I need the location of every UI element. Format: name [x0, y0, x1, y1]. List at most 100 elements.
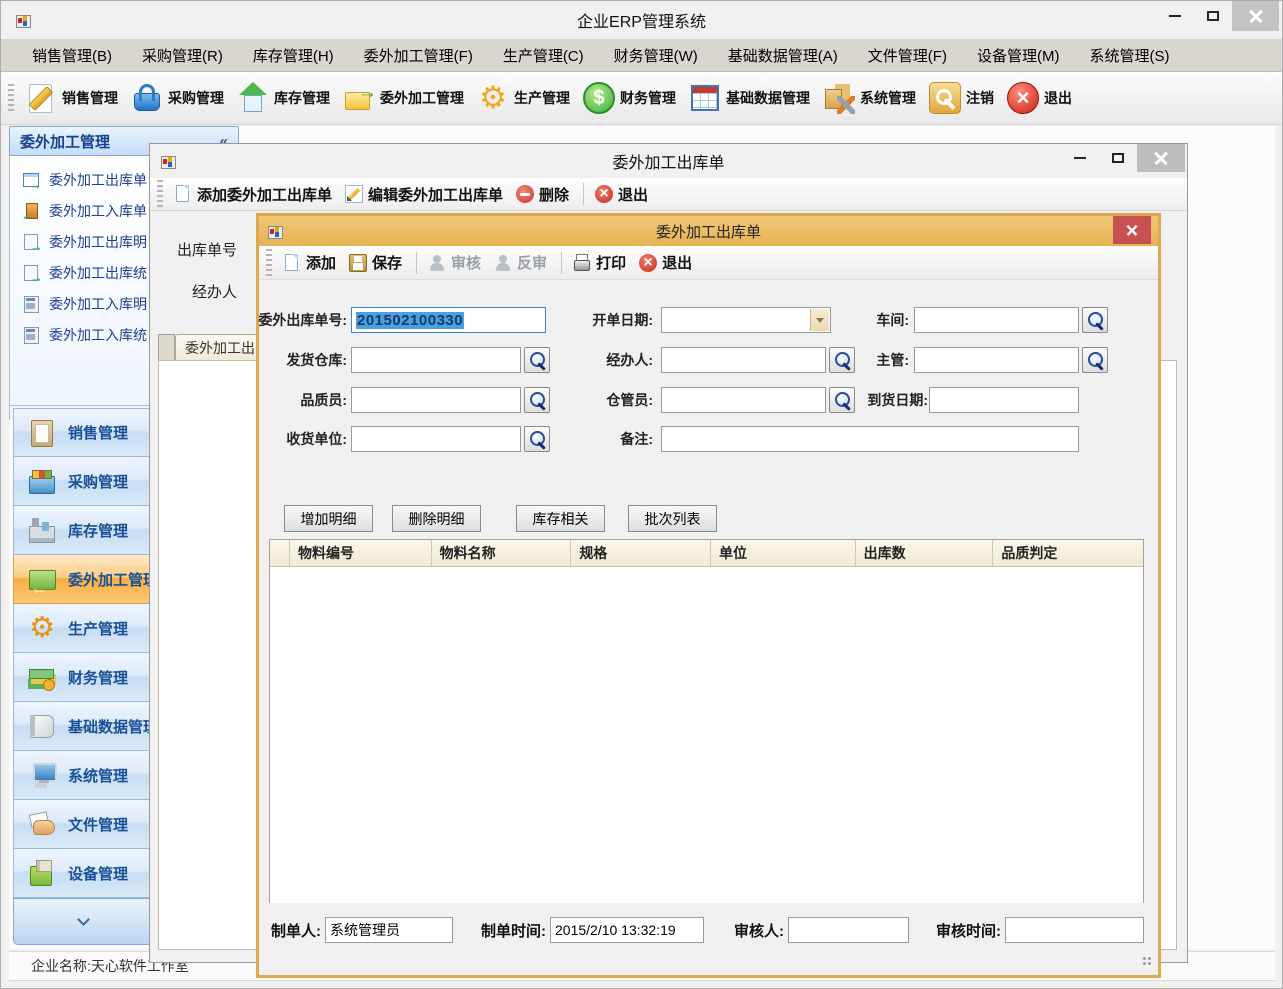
printer-icon	[573, 254, 591, 272]
child-toolbar: 添加委外加工出库单 编辑委外加工出库单 删除 退出	[150, 178, 1187, 211]
accordion-outsourcing[interactable]: 委外加工管理	[13, 555, 154, 604]
arrival-date-input[interactable]	[929, 387, 1079, 413]
toolbar-purchase-button[interactable]: 采购管理	[126, 82, 229, 114]
receiver-input[interactable]	[351, 426, 521, 452]
delete-detail-button[interactable]: 删除明细	[392, 505, 481, 532]
child-titlebar: 委外加工出库单	[150, 144, 1187, 178]
keeper-search-icon[interactable]	[829, 387, 855, 413]
equipment-box-icon	[27, 858, 57, 888]
maximize-button[interactable]	[1194, 1, 1232, 31]
toolbar-sales-button[interactable]: 销售管理	[20, 82, 123, 114]
sidebar-footer-bar[interactable]	[13, 898, 154, 945]
child-minimize-button[interactable]	[1061, 144, 1099, 172]
close-button[interactable]	[1232, 1, 1279, 31]
dialog-unaudit-button[interactable]: 反审	[489, 252, 552, 273]
maker-input[interactable]: 系统管理员	[325, 917, 453, 943]
menu-item-inventory[interactable]: 库存管理(H)	[238, 45, 349, 66]
toolbar-exit-button[interactable]: 退出	[1002, 82, 1077, 114]
remark-input[interactable]	[661, 426, 1079, 452]
maker-value: 系统管理员	[330, 920, 400, 940]
menu-item-basedata[interactable]: 基础数据管理(A)	[713, 45, 853, 66]
toolbar-production-button[interactable]: 生产管理	[472, 82, 575, 114]
ship-warehouse-search-icon[interactable]	[524, 347, 550, 373]
menu-item-outsourcing[interactable]: 委外加工管理(F)	[349, 45, 488, 66]
quality-input[interactable]	[351, 387, 521, 413]
make-time-input[interactable]: 2015/2/10 13:32:19	[550, 917, 704, 943]
combo-dropdown-icon[interactable]	[810, 309, 829, 331]
workshop-search-icon[interactable]	[1082, 307, 1108, 333]
accordion-equipment[interactable]: 设备管理	[13, 849, 154, 898]
accordion-purchase[interactable]: 采购管理	[13, 457, 154, 506]
ship-warehouse-input[interactable]	[351, 347, 521, 373]
pencil-icon	[25, 82, 57, 114]
add-out-order-button[interactable]: 添加委外加工出库单	[169, 184, 337, 205]
quality-search-icon[interactable]	[524, 387, 550, 413]
tab-corner-button[interactable]	[158, 334, 175, 361]
menu-item-sales[interactable]: 销售管理(B)	[17, 45, 127, 66]
auditor-input[interactable]	[788, 917, 909, 943]
accordion-sales[interactable]: 销售管理	[13, 408, 154, 457]
dialog-print-button[interactable]: 打印	[568, 252, 631, 273]
child-close-button[interactable]	[1137, 144, 1185, 172]
dialog-audit-button[interactable]: 审核	[423, 252, 486, 273]
finance-money-icon	[27, 662, 57, 692]
dialog-add-button[interactable]: 添加	[278, 252, 341, 273]
toolbar-outsourcing-button[interactable]: 委外加工管理	[338, 82, 469, 114]
main-titlebar: 企业ERP管理系统	[1, 1, 1282, 39]
accordion-files[interactable]: 文件管理	[13, 800, 154, 849]
col-out-qty[interactable]: 出库数	[856, 540, 994, 566]
exit-icon	[1007, 82, 1039, 114]
person-icon	[494, 254, 512, 272]
accordion-inventory[interactable]: 库存管理	[13, 506, 154, 555]
detail-table-body[interactable]	[270, 567, 1143, 903]
edit-out-order-button[interactable]: 编辑委外加工出库单	[340, 184, 508, 205]
handler-search-icon[interactable]	[829, 347, 855, 373]
dialog-add-label: 添加	[306, 252, 336, 273]
supervisor-search-icon[interactable]	[1082, 347, 1108, 373]
receiver-search-icon[interactable]	[524, 426, 550, 452]
supervisor-input[interactable]	[914, 347, 1079, 373]
toolbar-inventory-button[interactable]: 库存管理	[232, 82, 335, 114]
menu-item-finance[interactable]: 财务管理(W)	[599, 45, 713, 66]
child-exit-button[interactable]: 退出	[590, 184, 653, 205]
col-material-name[interactable]: 物料名称	[432, 540, 572, 566]
workshop-input[interactable]	[914, 307, 1079, 333]
stock-related-button[interactable]: 库存相关	[516, 505, 605, 532]
batch-list-button[interactable]: 批次列表	[628, 505, 717, 532]
add-detail-button[interactable]: 增加明细	[284, 505, 373, 532]
edit-out-order-label: 编辑委外加工出库单	[368, 184, 503, 205]
accordion-production[interactable]: 生产管理	[13, 604, 154, 653]
minimize-button[interactable]	[1156, 1, 1194, 31]
dialog-save-button[interactable]: 保存	[344, 252, 407, 273]
accordion-label: 基础数据管理	[68, 716, 154, 737]
toolbar-system-button[interactable]: 系统管理	[818, 82, 921, 114]
order-no-input[interactable]: 201502100330	[351, 307, 546, 333]
col-unit[interactable]: 单位	[711, 540, 856, 566]
menu-item-files[interactable]: 文件管理(F)	[853, 45, 962, 66]
keeper-input[interactable]	[661, 387, 826, 413]
menu-item-system[interactable]: 系统管理(S)	[1074, 45, 1184, 66]
col-material-code[interactable]: 物料编号	[290, 540, 432, 566]
open-date-combobox[interactable]	[661, 307, 831, 333]
handler-field-label: 经办人:	[589, 347, 653, 373]
col-spec[interactable]: 规格	[571, 540, 711, 566]
child-window-controls	[1061, 144, 1185, 172]
accordion-system[interactable]: 系统管理	[13, 751, 154, 800]
child-maximize-button[interactable]	[1099, 144, 1137, 172]
dialog-close-button[interactable]	[1113, 216, 1151, 244]
menu-item-equipment[interactable]: 设备管理(M)	[962, 45, 1075, 66]
col-quality-judge[interactable]: 品质判定	[993, 540, 1143, 566]
toolbar-basedata-button[interactable]: 基础数据管理	[684, 82, 815, 114]
accordion-finance[interactable]: 财务管理	[13, 653, 154, 702]
accordion-basedata[interactable]: 基础数据管理	[13, 702, 154, 751]
menu-item-purchase[interactable]: 采购管理(R)	[127, 45, 238, 66]
resize-grip[interactable]	[1142, 956, 1153, 967]
toolbar-logout-button[interactable]: 注销	[924, 82, 999, 114]
toolbar-finance-button[interactable]: 财务管理	[578, 82, 681, 114]
dialog-exit-button[interactable]: 退出	[634, 252, 697, 273]
delete-label: 删除	[539, 184, 569, 205]
handler-input[interactable]	[661, 347, 826, 373]
delete-button[interactable]: 删除	[511, 184, 574, 205]
menu-item-production[interactable]: 生产管理(C)	[488, 45, 599, 66]
audit-time-input[interactable]	[1005, 917, 1144, 943]
